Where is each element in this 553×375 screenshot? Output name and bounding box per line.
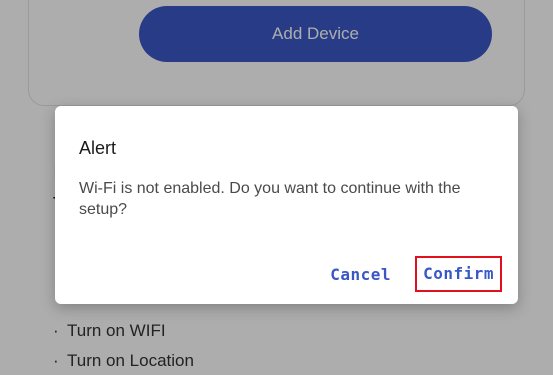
dialog-title: Alert bbox=[79, 138, 117, 158]
alert-dialog: Alert Wi-Fi is not enabled. Do you want … bbox=[55, 106, 518, 304]
dialog-actions: Cancel Confirm bbox=[330, 256, 502, 292]
confirm-button[interactable]: Confirm bbox=[423, 264, 494, 283]
cancel-button[interactable]: Cancel bbox=[330, 265, 391, 284]
confirm-highlight: Confirm bbox=[415, 256, 502, 292]
screen: Add Device F f · Turn on WIFI · Turn on … bbox=[0, 0, 553, 375]
dialog-message: Wi-Fi is not enabled. Do you want to con… bbox=[79, 180, 461, 218]
